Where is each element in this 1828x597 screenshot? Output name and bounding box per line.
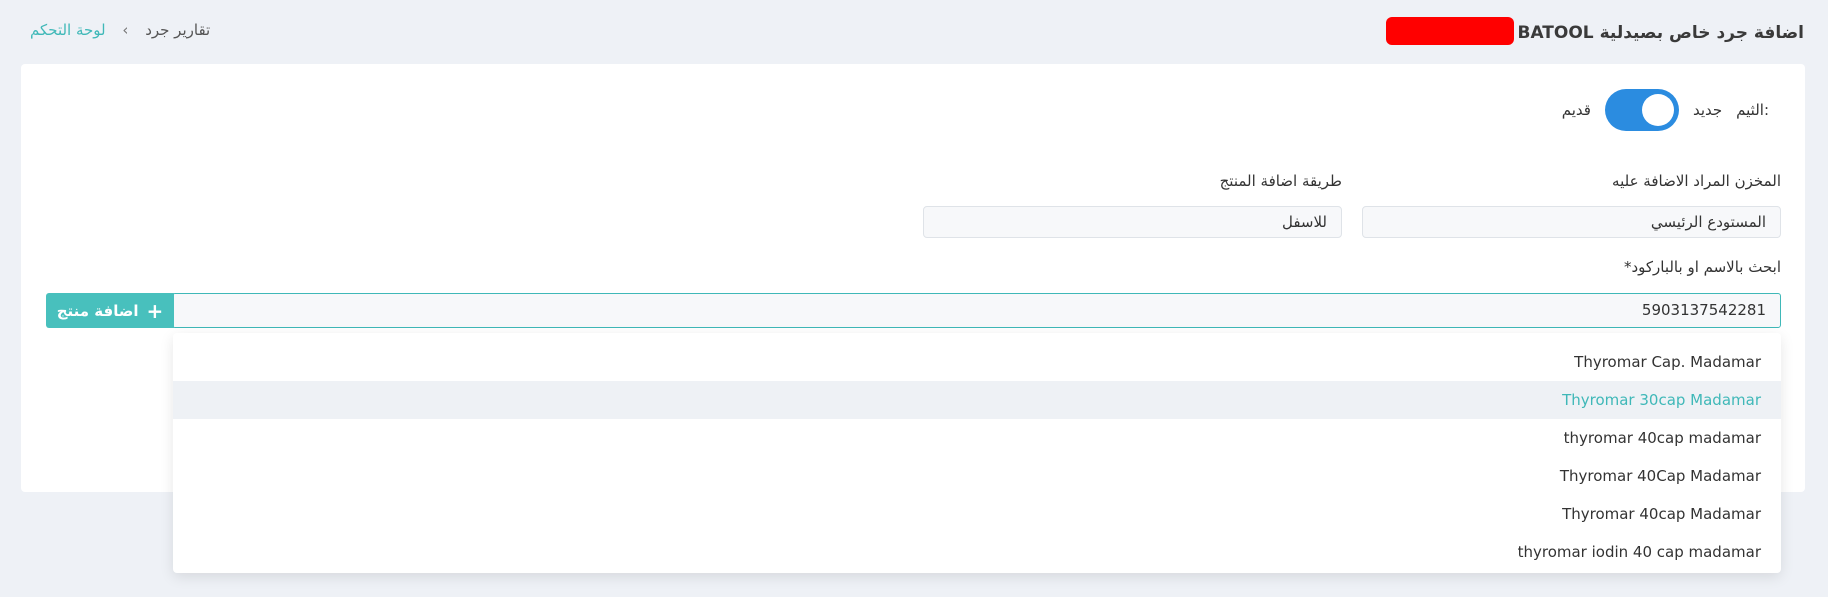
dropdown-top-spacer — [173, 333, 1781, 343]
add-method-label: طريقة اضافة المنتج — [1219, 172, 1342, 190]
pharmacy-name: BATOOL — [1517, 23, 1594, 43]
breadcrumb-home-link[interactable]: لوحة التحكم — [30, 21, 106, 39]
page-title: اضافة جرد خاص بصيدلية BATOOL — [1385, 17, 1804, 47]
search-results-dropdown: Thyromar Cap. Madamar Thyromar 30cap Mad… — [173, 333, 1781, 573]
breadcrumb: تقارير جرد › لوحة التحكم — [30, 21, 210, 39]
page-title-text: اضافة جرد خاص بصيدلية — [1599, 23, 1804, 43]
dropdown-item[interactable]: Thyromar Cap. Madamar — [173, 343, 1781, 381]
add-product-label: اضافة منتج — [56, 301, 139, 320]
theme-new-label: جديد — [1692, 101, 1723, 119]
dropdown-item[interactable]: Thyromar 40Cap Madamar — [173, 457, 1781, 495]
redaction-box — [1385, 17, 1514, 45]
add-method-select[interactable]: للاسفل — [923, 206, 1342, 238]
warehouse-select[interactable]: المستودع الرئيسي — [1362, 206, 1781, 238]
search-label: ابحث بالاسم او بالباركود* — [1623, 258, 1781, 276]
dropdown-item[interactable]: thyromar 40cap madamar — [173, 419, 1781, 457]
warehouse-label: المخزن المراد الاضافة عليه — [1612, 172, 1781, 190]
dropdown-item-highlighted[interactable]: Thyromar 30cap Madamar — [173, 381, 1781, 419]
breadcrumb-current: تقارير جرد — [145, 21, 211, 39]
theme-switcher: الثيم: جديد قديم — [1562, 88, 1769, 132]
plus-icon: + — [146, 298, 164, 323]
add-product-button[interactable]: + اضافة منتج — [46, 293, 174, 328]
breadcrumb-separator: › — [122, 21, 129, 39]
top-bar: اضافة جرد خاص بصيدلية BATOOL تقارير جرد … — [0, 0, 1828, 60]
theme-old-label: قديم — [1561, 101, 1591, 119]
theme-label: الثيم: — [1736, 101, 1769, 119]
dropdown-item[interactable]: Thyromar 40cap Madamar — [173, 495, 1781, 533]
toggle-knob — [1641, 94, 1674, 126]
theme-toggle[interactable] — [1604, 89, 1679, 131]
search-input[interactable]: 5903137542281 — [172, 293, 1781, 328]
dropdown-item[interactable]: thyromar iodin 40 cap madamar — [173, 533, 1781, 571]
